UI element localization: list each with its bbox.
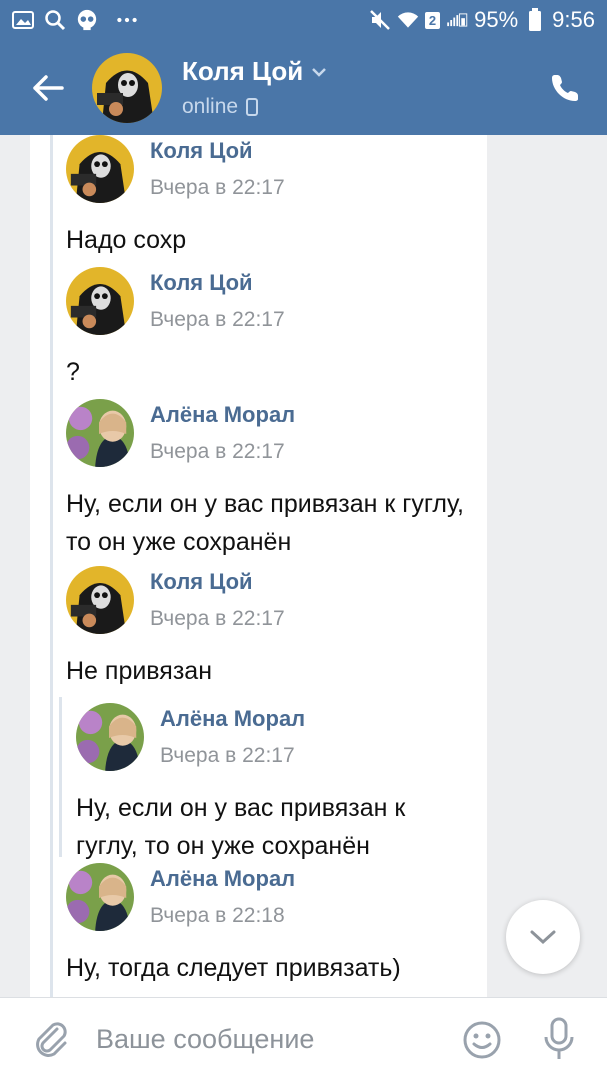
message-item: Коля Цой Вчера в 22:17 Надо сохр	[66, 135, 476, 259]
message-time: Вчера в 22:17	[150, 176, 285, 199]
message-item: Коля Цой Вчера в 22:17 Не привязан	[66, 566, 476, 690]
message-text: Не привязан	[66, 657, 213, 685]
message-author[interactable]: Алёна Морал	[160, 706, 305, 732]
voice-message-button[interactable]	[536, 1014, 582, 1064]
nested-forward-divider	[59, 697, 62, 857]
message-author[interactable]: Алёна Морал	[150, 402, 295, 428]
avatar[interactable]	[66, 399, 134, 467]
chevron-down-icon	[312, 67, 327, 77]
message-list[interactable]: Коля Цой Вчера в 22:17 Надо сохр Коля Цо…	[0, 135, 607, 997]
avatar[interactable]	[66, 863, 134, 931]
message-text: Ну, если он у вас привязан к гуглу, то о…	[76, 794, 406, 860]
chat-title[interactable]: Коля Цой	[182, 56, 327, 87]
avatar[interactable]	[76, 703, 144, 771]
message-time: Вчера в 22:17	[150, 308, 285, 331]
phone-icon	[552, 75, 578, 101]
message-input[interactable]	[96, 1023, 436, 1055]
avatar[interactable]	[92, 52, 162, 123]
sim-badge: 2	[424, 11, 441, 29]
clock: 9:56	[552, 7, 595, 32]
message-item: Алёна Морал Вчера в 22:18 Ну, тогда след…	[66, 863, 476, 987]
message-text: Надо сохр	[66, 226, 187, 254]
message-item: Алёна Морал Вчера в 22:17 Ну, если он у …	[66, 399, 476, 561]
message-text: ?	[66, 358, 80, 386]
smile-icon	[463, 1021, 501, 1059]
microphone-icon	[544, 1017, 574, 1059]
avatar[interactable]	[66, 135, 134, 203]
message-text: Ну, если он у вас привязан к гуглу, то о…	[66, 490, 464, 556]
skull-icon	[76, 9, 98, 31]
message-author[interactable]: Коля Цой	[150, 270, 285, 296]
chevron-down-icon	[530, 930, 556, 945]
attach-button[interactable]	[26, 1014, 76, 1064]
message-item: Коля Цой Вчера в 22:17 ?	[66, 267, 476, 391]
online-status: online	[182, 95, 239, 118]
wifi-icon	[397, 9, 419, 31]
forward-divider	[50, 135, 53, 997]
nested-message-item: Алёна Морал Вчера в 22:17 Ну, если он у …	[76, 703, 456, 865]
chat-header: Коля Цой online	[0, 40, 607, 135]
back-arrow-icon	[33, 74, 64, 101]
mute-icon	[369, 9, 391, 31]
message-author[interactable]: Коля Цой	[150, 138, 285, 164]
search-icon	[44, 9, 66, 31]
chat-name: Коля Цой	[182, 56, 304, 86]
message-time: Вчера в 22:17	[150, 607, 285, 630]
scroll-down-button[interactable]	[506, 900, 580, 974]
composer	[0, 997, 607, 1080]
message-time: Вчера в 22:18	[150, 904, 285, 927]
battery-icon	[524, 8, 546, 31]
mobile-icon	[246, 98, 259, 116]
message-time: Вчера в 22:17	[160, 744, 295, 767]
message-author[interactable]: Коля Цой	[150, 569, 285, 595]
emoji-button[interactable]	[460, 1018, 504, 1062]
avatar[interactable]	[66, 267, 134, 335]
back-button[interactable]	[18, 58, 78, 118]
message-author[interactable]: Алёна Морал	[150, 866, 295, 892]
avatar[interactable]	[66, 566, 134, 634]
gallery-icon	[12, 9, 34, 31]
battery-percent: 95%	[474, 7, 519, 32]
message-text: Ну, тогда следует привязать)	[66, 954, 401, 982]
signal-icon	[446, 9, 468, 31]
message-time: Вчера в 22:17	[150, 440, 285, 463]
more-dots-icon	[116, 9, 138, 31]
status-bar: 2 95% 9:56	[0, 0, 607, 40]
paperclip-icon	[36, 1022, 67, 1057]
call-button[interactable]	[545, 68, 585, 108]
